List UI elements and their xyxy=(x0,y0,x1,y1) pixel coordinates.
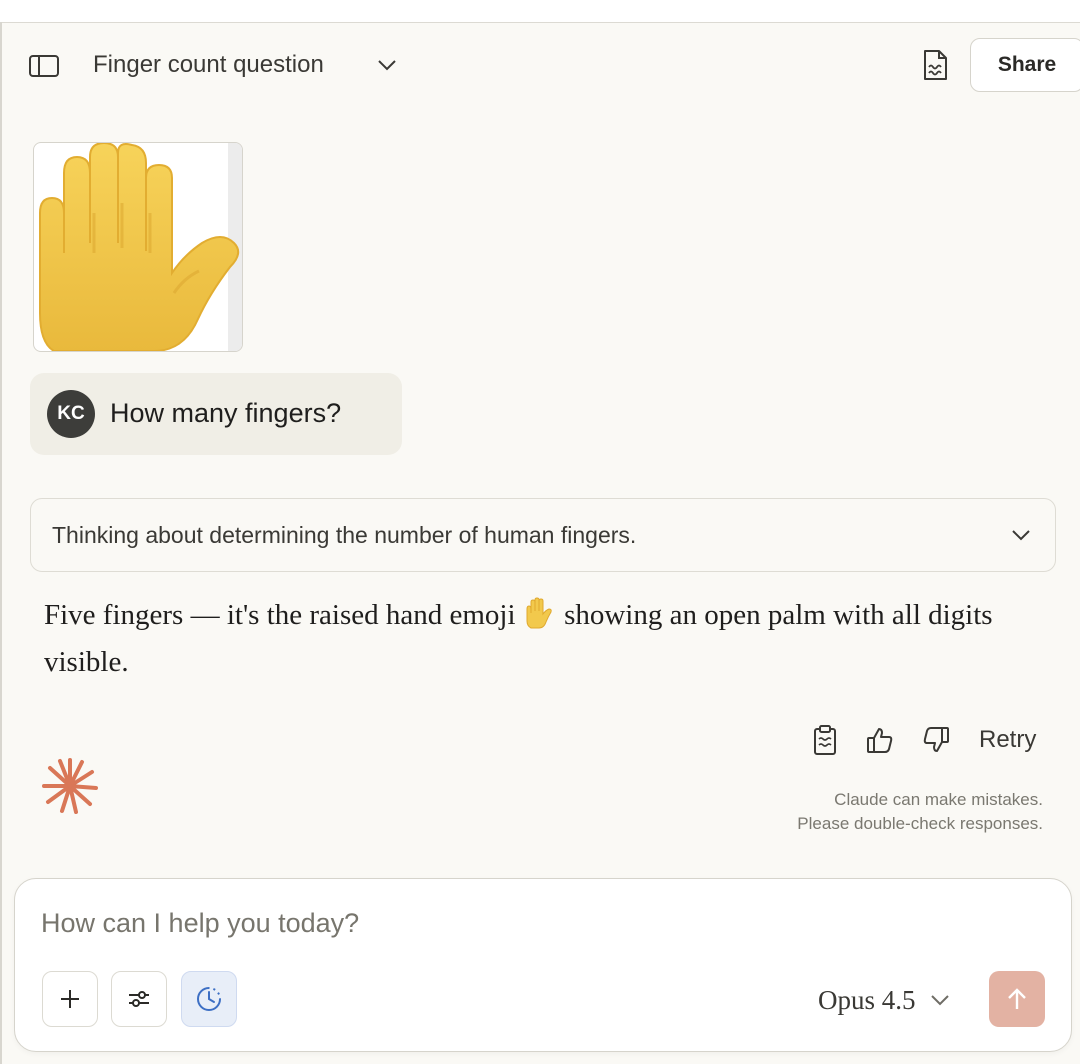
message-input[interactable] xyxy=(41,903,1001,943)
share-button[interactable]: Share xyxy=(970,38,1080,92)
raised-hand-emoji-icon xyxy=(39,143,242,351)
send-button[interactable] xyxy=(989,971,1045,1027)
retry-button[interactable]: Retry xyxy=(979,723,1036,757)
disclaimer-line-1: Claude can make mistakes. xyxy=(834,790,1043,809)
message-composer: Opus 4.5 xyxy=(14,878,1072,1052)
assistant-response: Five fingers — it's the raised hand emoj… xyxy=(44,594,1004,683)
document-icon[interactable] xyxy=(918,48,952,82)
chevron-down-icon xyxy=(930,994,950,1006)
window-top-strip xyxy=(0,0,1080,23)
plus-icon xyxy=(61,990,79,1008)
tools-settings-button[interactable] xyxy=(111,971,167,1027)
disclaimer-line-2: Please double-check responses. xyxy=(797,814,1043,833)
thumbs-down-icon[interactable] xyxy=(919,722,953,758)
disclaimer: Claude can make mistakes. Please double-… xyxy=(797,788,1043,836)
avatar[interactable]: KC xyxy=(47,390,95,438)
thinking-summary-toggle[interactable]: Thinking about determining the number of… xyxy=(30,498,1056,572)
model-name: Opus 4.5 xyxy=(818,985,916,1015)
raised-hand-emoji-icon xyxy=(525,597,555,641)
arrow-up-icon xyxy=(1008,988,1026,1009)
sidebar-toggle-icon[interactable] xyxy=(28,52,60,80)
model-selector[interactable]: Opus 4.5 xyxy=(818,983,950,1017)
thinking-summary-text: Thinking about determining the number of… xyxy=(52,522,637,548)
add-attachment-button[interactable] xyxy=(42,971,98,1027)
sliders-icon xyxy=(129,991,149,1007)
user-message-text: How many fingers? xyxy=(110,398,342,428)
clock-icon xyxy=(197,987,221,1011)
response-text-part1: Five fingers — it's the raised hand emoj… xyxy=(44,599,516,631)
user-message: KC How many fingers? xyxy=(30,373,402,455)
uploaded-image[interactable] xyxy=(33,142,243,352)
chevron-down-icon xyxy=(1009,523,1033,547)
conversation-title[interactable]: Finger count question xyxy=(93,48,324,82)
extended-thinking-toggle[interactable] xyxy=(181,971,237,1027)
chevron-down-icon[interactable] xyxy=(374,52,400,78)
claude-logo-icon xyxy=(40,756,100,816)
copy-icon[interactable] xyxy=(808,722,842,758)
window-left-edge xyxy=(0,22,2,1064)
thumbs-up-icon[interactable] xyxy=(863,722,897,758)
